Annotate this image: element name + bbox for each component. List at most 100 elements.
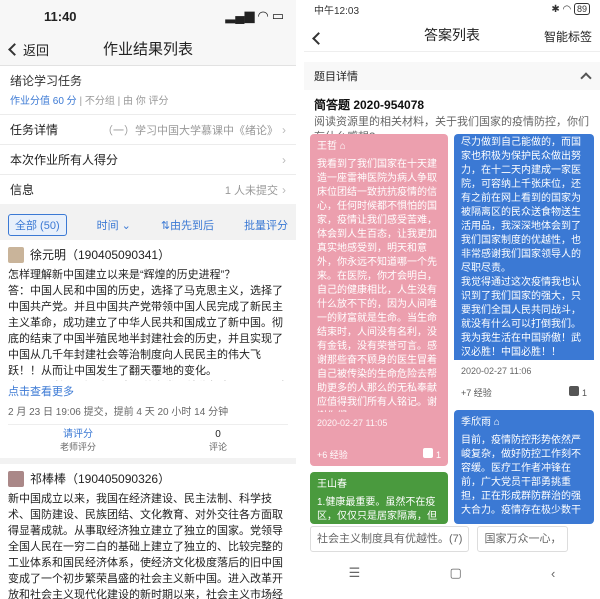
chevron-left-icon — [312, 32, 325, 45]
question-detail-header[interactable]: 题目详情 — [304, 62, 600, 90]
filter-bar: 全部 (50) 时间 ⌄ ⇅由先到后 批量评分 — [0, 210, 296, 240]
tag-chip[interactable]: 社会主义制度具有优越性。(7) — [310, 526, 470, 552]
card-footer: +7 经验 1 — [461, 386, 587, 400]
sort-time-dropdown[interactable]: 时间 ⌄ — [97, 217, 131, 233]
batch-grade-button[interactable]: 批量评分 — [244, 217, 288, 233]
like-button[interactable]: 1 — [569, 386, 587, 400]
submission-header: 徐元明（190405090341） — [8, 246, 288, 263]
student-name: 祁棒棒（190405090326） — [30, 472, 171, 486]
grade-sub: 老师评分 — [59, 442, 96, 452]
comments-count[interactable]: 0 评论 — [148, 428, 288, 454]
smart-tags-button[interactable]: 智能标签 — [544, 28, 592, 45]
cell-task-detail[interactable]: 任务详情 （一）学习中国大学慕课中《绪论》 › — [0, 114, 296, 144]
sort-order-toggle[interactable]: ⇅由先到后 — [161, 217, 214, 233]
task-header: 绪论学习任务 作业分值 60 分 | 不分组 | 由 你 评分 — [0, 66, 296, 114]
status-bar: 11:40 ▂▄▆ ◠ ▭ — [0, 0, 296, 32]
signal-wifi-battery-icon: ▂▄▆ ◠ ▭ — [225, 8, 284, 23]
cell-value: 1 人未提交 — [224, 184, 278, 197]
answer-card-wangshanchun[interactable]: 王山春 1.健康最重要。虽然不在疫区，仅仅只是居家隔离，但 — [310, 472, 448, 524]
cell-value: （一）学习中国大学慕课中《绪论》 — [102, 124, 278, 137]
card-footer: +6 经验 1 — [317, 448, 441, 462]
page-title: 答案列表 — [424, 26, 480, 43]
cell-label: 任务详情 — [10, 123, 59, 137]
screenshot-collage: 11:40 ▂▄▆ ◠ ▭ 返回 作业结果列表 绪论学习任务 作业分值 60 分… — [0, 0, 600, 599]
filter-all-button[interactable]: 全部 (50) — [8, 214, 67, 236]
student-name: 徐元明（190405090341） — [30, 248, 171, 262]
cell-info[interactable]: 信息 1 人未提交 › — [0, 174, 296, 204]
exp-points: +6 经验 — [317, 450, 348, 460]
back-button[interactable] — [312, 30, 325, 46]
card-text: 1.健康最重要。虽然不在疫区，仅仅只是居家隔离，但 — [317, 497, 437, 522]
back-label: 返回 — [23, 43, 50, 58]
answer-text: 新中国成立以来，我国在经济建设、民主法制、科学技术、国防建设、民族团结、文化教育… — [8, 493, 283, 599]
chevron-down-icon: ⌄ — [121, 220, 131, 232]
cell-label: 信息 — [10, 183, 35, 197]
chevron-right-icon: › — [282, 152, 286, 167]
card-date: 2020-02-27 11:05 — [317, 418, 388, 428]
card-author: 王山春 — [317, 479, 347, 490]
grade-label: 请评分 — [63, 429, 93, 440]
page-title: 作业结果列表 — [102, 41, 193, 58]
chevron-right-icon: › — [282, 122, 286, 137]
answer-cards: 王哲 ⌂ 我看到了我们国家在十天建造一座雷神医院为病人争取床位团结一致抗抗疫情的… — [310, 134, 594, 524]
tag-icon: ⌂ — [339, 141, 346, 152]
smart-tag-bar: 社会主义制度具有优越性。(7) 国家万众一心， — [310, 526, 594, 552]
task-extra: | 不分组 | 由 你 评分 — [79, 96, 169, 107]
card-text: 目前，疫情防控形势依然严峻复杂，做好防控工作刻不容缓。医疗工作者冲锋在前，广大党… — [461, 435, 581, 516]
menu-icon[interactable]: ☰ — [349, 565, 361, 581]
exp-points: +7 经验 — [461, 388, 492, 398]
avatar — [8, 246, 24, 263]
comments-number: 0 — [215, 429, 221, 440]
cell-all-scores[interactable]: 本次作业所有人得分 › — [0, 144, 296, 174]
battery-level: 89 — [573, 2, 590, 15]
answer-card-jixinyu[interactable]: 季欣雨 ⌂ 目前，疫情防控形势依然严峻复杂，做好防控工作刻不容缓。医疗工作者冲锋… — [454, 410, 594, 524]
status-bar: 中午12:03 ✱ ◠ 89 — [304, 0, 600, 18]
status-icons: ✱ ◠ 89 — [551, 2, 590, 15]
answer-text: 怎样理解新中国建立以来是“辉煌的历史进程”？ 答：中国人民和中国的历史，选择了马… — [8, 269, 283, 377]
homework-results-screen: 11:40 ▂▄▆ ◠ ▭ 返回 作业结果列表 绪论学习任务 作业分值 60 分… — [0, 0, 296, 599]
status-time: 11:40 — [44, 8, 77, 24]
submission-item[interactable]: 祁棒棒（190405090326） 新中国成立以来，我国在经济建设、民主法制、科… — [0, 464, 296, 599]
card-author: 季欣雨 ⌂ — [461, 416, 587, 430]
comments-label: 评论 — [208, 442, 227, 452]
task-name: 绪论学习任务 — [10, 74, 83, 88]
thumbs-up-icon — [569, 386, 580, 396]
tag-chip[interactable]: 国家万众一心， — [477, 526, 569, 552]
submission-item[interactable]: 徐元明（190405090341） 怎样理解新中国建立以来是“辉煌的历史进程”？… — [0, 240, 296, 464]
back-button[interactable]: 返回 — [8, 40, 50, 59]
section-title: 题目详情 — [314, 71, 358, 83]
answer-list-screen: 中午12:03 ✱ ◠ 89 答案列表 智能标签 题目详情 简答题 2020-9… — [304, 0, 600, 599]
submission-header: 祁棒棒（190405090326） — [8, 470, 288, 487]
bluetooth-wifi-icon: ✱ ◠ — [551, 3, 574, 15]
nav-bar: 答案列表 智能标签 — [304, 18, 600, 52]
submit-meta: 2 月 23 日 19:06 提交，提前 4 天 20 小时 14 分钟 — [8, 407, 229, 418]
chevron-up-icon — [580, 72, 592, 84]
thumbs-up-icon — [423, 448, 434, 458]
grade-button[interactable]: 请评分 老师评分 — [8, 428, 148, 454]
like-count: 1 — [581, 388, 587, 398]
author-name: 王哲 — [317, 141, 337, 152]
view-more-link[interactable]: 点击查看更多 — [8, 383, 288, 399]
nav-bar: 返回 作业结果列表 — [0, 32, 296, 66]
chevron-right-icon: › — [282, 182, 286, 197]
back-nav-icon[interactable]: ‹ — [551, 566, 555, 581]
card-text: 我看到了我们国家在十天建造一座雷神医院为病人争取床位团结一致抗抗疫情的信心，任何… — [317, 159, 437, 412]
card-text: 尽力做到自己能做的，而国家也积极为保护民众做出努力，在十二天内建成一家医院，可容… — [454, 134, 594, 360]
card-date: 2020-02-27 11:06 — [461, 366, 532, 376]
score-bar: 请评分老师评分 0 评论 — [8, 424, 288, 454]
sort-icon: ⇅ — [160, 220, 171, 232]
cell-label: 本次作业所有人得分 — [10, 153, 119, 167]
sort-order-label: 由先到后 — [170, 220, 215, 232]
like-button[interactable]: 1 — [423, 448, 441, 462]
answer-card-top[interactable]: 尽力做到自己能做的，而国家也积极为保护民众做出努力，在十二天内建成一家医院，可容… — [454, 134, 594, 404]
avatar — [8, 470, 24, 487]
card-author: 王哲 ⌂ — [317, 140, 441, 154]
author-name: 季欣雨 — [461, 417, 491, 428]
chevron-left-icon — [8, 43, 21, 56]
answer-card-wangzhe[interactable]: 王哲 ⌂ 我看到了我们国家在十天建造一座雷神医院为病人争取床位团结一致抗抗疫情的… — [310, 134, 448, 466]
home-icon[interactable]: ▢ — [450, 565, 462, 581]
like-count: 1 — [435, 450, 441, 460]
question-title: 简答题 2020-954078 — [314, 98, 425, 112]
system-nav-bar: ☰ ▢ ‹ — [304, 558, 600, 588]
sort-time-label: 时间 — [96, 220, 119, 232]
